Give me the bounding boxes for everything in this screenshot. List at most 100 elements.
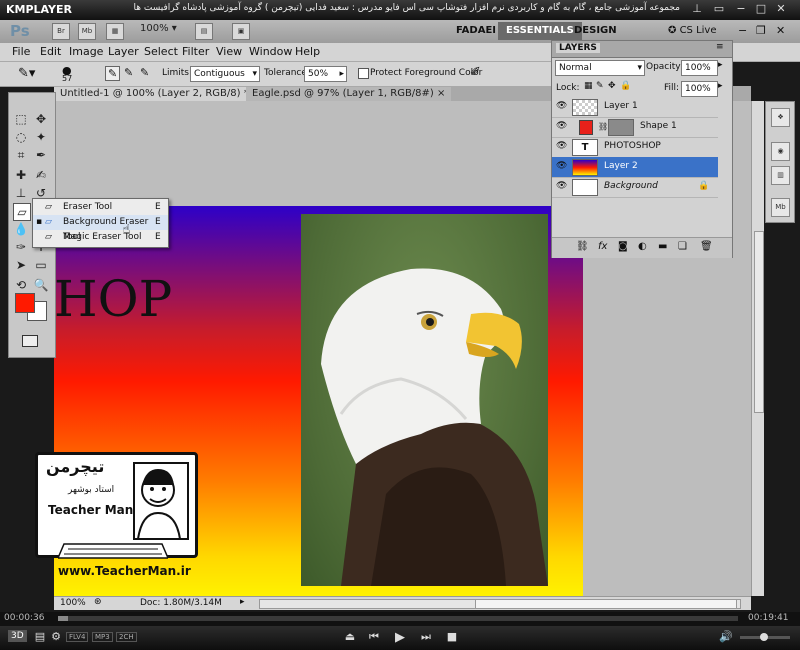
menu-window[interactable]: Window — [249, 45, 292, 58]
menu-layer[interactable]: Layer — [108, 45, 139, 58]
layer-row-layer-1[interactable]: 👁 Layer 1 — [552, 97, 718, 118]
arrange-documents-icon[interactable]: ▤ — [195, 23, 213, 40]
healing-brush-tool-icon[interactable]: ✚ — [13, 167, 29, 183]
menu-select[interactable]: Select — [144, 45, 178, 58]
visibility-eye-icon[interactable]: 👁 — [556, 161, 567, 171]
playlist-icon[interactable]: ▤ — [32, 630, 48, 643]
stop-icon[interactable]: ■ — [444, 630, 460, 643]
status-share-icon[interactable]: ⊛ — [94, 597, 102, 607]
workspace-design[interactable]: DESIGN — [566, 22, 625, 40]
clone-stamp-tool-icon[interactable]: ⊥ — [13, 185, 29, 201]
path-selection-tool-icon[interactable]: ➤ — [13, 257, 29, 273]
flyout-eraser-tool[interactable]: ▱ Eraser Tool E — [33, 200, 168, 215]
panel-menu-icon[interactable]: ≡ — [716, 42, 724, 52]
menu-view[interactable]: View — [216, 45, 242, 58]
vertical-scrollbar-thumb[interactable] — [754, 231, 764, 413]
histogram-panel-icon[interactable]: ▥ — [771, 166, 790, 185]
limits-select[interactable]: Contiguous ▾ — [190, 66, 260, 82]
crop-tool-icon[interactable]: ⌗ — [13, 147, 29, 163]
volume-slider-handle[interactable] — [760, 633, 768, 641]
zoom-level-select[interactable]: 100% ▾ — [140, 23, 177, 34]
sampling-continuous-icon[interactable]: ✎ — [105, 66, 121, 81]
menu-image[interactable]: Image — [69, 45, 103, 58]
vertical-scrollbar[interactable] — [751, 101, 764, 596]
status-zoom[interactable]: 100% — [60, 598, 86, 608]
eject-icon[interactable]: ⏏ — [342, 630, 358, 643]
mini-bridge-panel-icon[interactable]: Mb — [771, 198, 790, 217]
color-panel-icon[interactable]: ❖ — [771, 108, 790, 127]
horizontal-scrollbar[interactable] — [259, 599, 741, 609]
3d-rotate-tool-icon[interactable]: ⟲ — [13, 277, 29, 293]
minimize-icon[interactable]: − — [734, 2, 748, 16]
maximize-icon[interactable]: □ — [754, 2, 768, 16]
lock-image-icon[interactable]: ✎ — [596, 81, 604, 91]
visibility-eye-icon[interactable]: 👁 — [556, 141, 567, 151]
lock-position-icon[interactable]: ✥ — [608, 81, 616, 91]
tolerance-input[interactable]: 50% ▸ — [304, 66, 347, 82]
horizontal-scrollbar-thumb[interactable] — [475, 600, 737, 608]
opacity-arrow-icon[interactable]: ▸ — [718, 60, 723, 70]
volume-icon[interactable]: 🔊 — [718, 630, 734, 643]
mini-bridge-button[interactable]: Mb — [78, 23, 96, 40]
tab-eagle[interactable]: Eagle.psd @ 97% (Layer 1, RGB/8#) × — [246, 87, 452, 101]
play-icon[interactable]: ▶ — [392, 630, 408, 645]
workspace-fadaei[interactable]: FADAEI — [448, 22, 504, 40]
zoom-tool-icon[interactable]: 🔍 — [33, 277, 49, 293]
lock-transparent-icon[interactable]: ▦ — [584, 81, 593, 91]
app-minimize-icon[interactable]: − — [738, 24, 747, 37]
next-icon[interactable]: ⏭ — [418, 630, 434, 644]
flyout-background-eraser-tool[interactable]: ▪ ▱ Background Eraser Tool E — [33, 215, 168, 242]
opacity-input[interactable]: 100% — [681, 60, 718, 76]
layer-style-icon[interactable]: fx — [598, 241, 607, 252]
layer-row-photoshop[interactable]: 👁 T PHOTOSHOP — [552, 137, 718, 158]
protect-foreground-checkbox[interactable] — [358, 68, 369, 79]
visibility-eye-icon[interactable]: 👁 — [556, 101, 567, 111]
add-mask-icon[interactable]: ◙ — [618, 241, 628, 252]
layers-tab[interactable]: LAYERS — [556, 43, 600, 53]
sampling-once-icon[interactable]: ✎ — [124, 66, 133, 79]
cs-live-button[interactable]: ✪ CS Live — [660, 22, 725, 40]
tablet-pressure-icon[interactable]: ✐ — [470, 65, 481, 80]
new-layer-icon[interactable]: ❏ — [678, 241, 687, 252]
marquee-tool-icon[interactable]: ⬚ — [13, 111, 29, 127]
layer-row-layer-2[interactable]: 👁 Layer 2 — [552, 157, 718, 178]
move-tool-icon[interactable]: ✥ — [33, 111, 49, 127]
app-restore-icon[interactable]: ❐ — [756, 24, 766, 37]
close-tab-icon[interactable]: × — [437, 88, 445, 99]
flyout-magic-eraser-tool[interactable]: ▱ Magic Eraser Tool E — [33, 230, 168, 245]
link-layers-icon[interactable]: ⛓ — [576, 241, 589, 252]
bridge-button[interactable]: Br — [52, 23, 70, 40]
lasso-tool-icon[interactable]: ◌ — [13, 129, 29, 145]
minimize-mini-icon[interactable]: ▭ — [712, 2, 726, 16]
menu-help[interactable]: Help — [295, 45, 320, 58]
pen-tool-icon[interactable]: ✑ — [13, 239, 29, 255]
rectangle-tool-icon[interactable]: ▭ — [33, 257, 49, 273]
eraser-tool-icon[interactable]: ▱ — [13, 203, 31, 221]
screen-mode-icon[interactable]: ▣ — [232, 23, 250, 40]
seek-bar[interactable] — [58, 616, 738, 621]
adjustments-panel-icon[interactable]: ◉ — [771, 142, 790, 161]
fill-arrow-icon[interactable]: ▸ — [718, 81, 723, 91]
view-extras-icon[interactable]: ▦ — [106, 23, 124, 40]
3d-button[interactable]: 3D — [8, 630, 27, 642]
new-group-icon[interactable]: ▬ — [658, 241, 667, 252]
close-icon[interactable]: ✕ — [774, 2, 788, 16]
layer-row-background[interactable]: 👁 Background 🔒 — [552, 177, 718, 198]
previous-icon[interactable]: ⏮ — [366, 630, 382, 644]
menu-edit[interactable]: Edit — [40, 45, 61, 58]
volume-slider[interactable] — [740, 633, 790, 641]
quick-selection-tool-icon[interactable]: ✦ — [33, 129, 49, 145]
tab-untitled-1[interactable]: Untitled-1 @ 100% (Layer 2, RGB/8) * × — [54, 87, 267, 101]
eyedropper-tool-icon[interactable]: ✒ — [33, 147, 49, 163]
quick-mask-icon[interactable] — [22, 335, 38, 347]
layer-row-shape-1[interactable]: 👁 ⛓ Shape 1 — [552, 117, 718, 138]
menu-filter[interactable]: Filter — [182, 45, 209, 58]
sampling-swatch-icon[interactable]: ✎ — [140, 66, 149, 79]
blend-mode-select[interactable]: Normal ▾ — [555, 60, 645, 76]
foreground-color-swatch[interactable] — [15, 293, 35, 313]
pin-icon[interactable]: ⊥ — [690, 2, 704, 16]
menu-file[interactable]: File — [12, 45, 30, 58]
adjustment-layer-icon[interactable]: ◐ — [638, 241, 647, 252]
visibility-eye-icon[interactable]: 👁 — [556, 121, 567, 131]
app-close-icon[interactable]: ✕ — [776, 24, 785, 37]
